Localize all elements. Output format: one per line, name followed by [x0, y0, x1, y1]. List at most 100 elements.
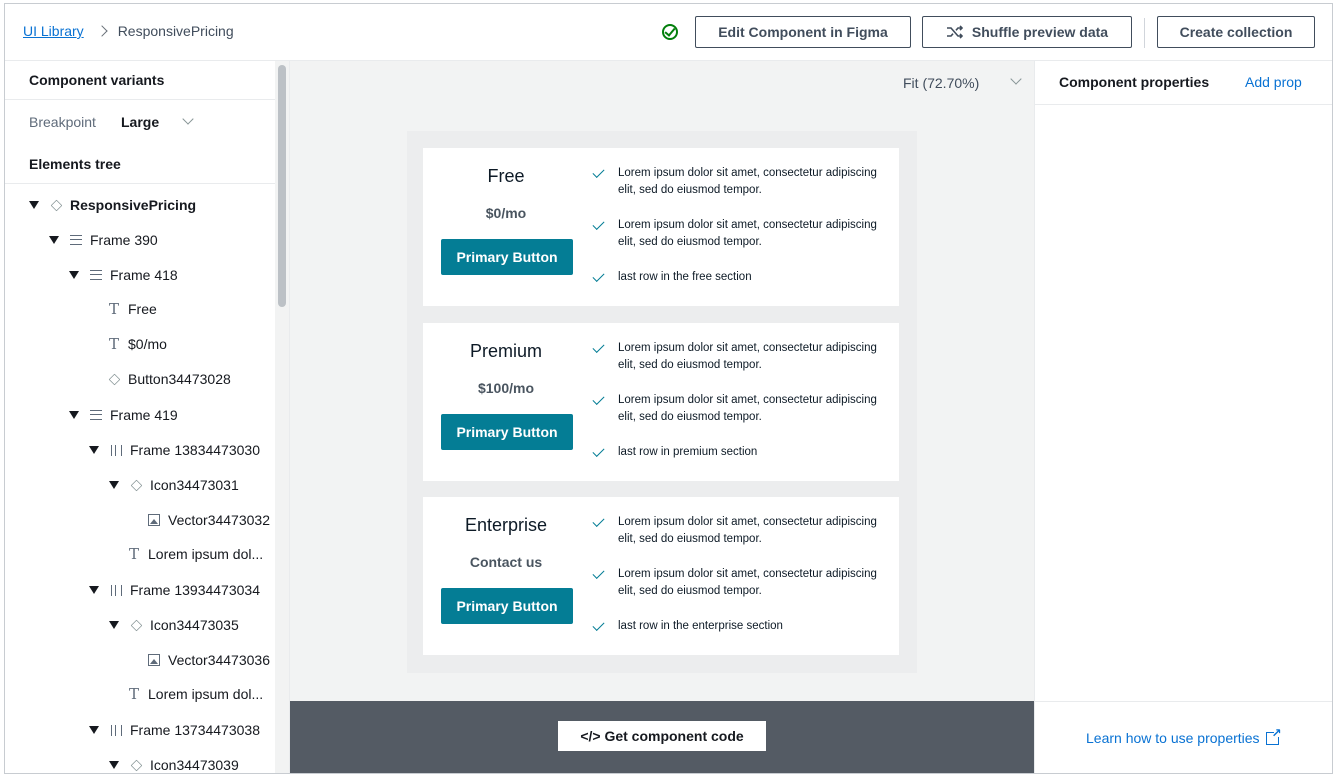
tree-item[interactable]: Vector34473036	[147, 650, 270, 670]
check-icon	[592, 269, 605, 283]
zoom-select[interactable]: Fit (72.70%)	[903, 75, 979, 91]
check-icon	[592, 566, 605, 580]
feature-row: last row in the free section	[591, 269, 881, 286]
check-icon	[592, 514, 605, 528]
text-icon: T	[128, 685, 139, 703]
breakpoint-select[interactable]: Large	[121, 114, 159, 130]
tree-item-label: Icon34473031	[150, 477, 239, 493]
feature-text: Lorem ipsum dolor sit amet, consectetur …	[618, 394, 877, 423]
caret-down-icon[interactable]	[89, 586, 99, 594]
text-icon: T	[108, 335, 119, 353]
breadcrumb: UI Library ResponsivePricing	[23, 23, 234, 39]
caret-down-icon[interactable]	[89, 726, 99, 734]
plan-title: Free	[487, 166, 525, 186]
toolbar-divider	[1144, 18, 1145, 48]
edit-in-figma-label: Edit Component in Figma	[718, 24, 888, 40]
feature-text: Lorem ipsum dolor sit amet, consectetur …	[618, 516, 877, 545]
pricing-card: Premium $100/mo Primary Button Lorem ips…	[423, 323, 899, 481]
component-icon	[130, 479, 142, 491]
feature-text: last row in premium section	[618, 446, 758, 458]
create-collection-label: Create collection	[1179, 24, 1293, 40]
preview-canvas: Fit (72.70%) Free $0/mo Primary Button L…	[290, 61, 1034, 701]
tree-item[interactable]: Icon34473031	[109, 475, 239, 495]
tree-item[interactable]: T Lorem ipsum dol...	[127, 684, 263, 704]
learn-properties-link[interactable]: Learn how to use properties	[1086, 726, 1282, 747]
plan-title: Enterprise	[464, 515, 548, 535]
tree-item-label: Frame 13934473034	[130, 582, 260, 598]
tree-item[interactable]: Icon34473039	[109, 755, 239, 773]
check-icon	[592, 165, 605, 179]
add-prop-link[interactable]: Add prop	[1245, 74, 1302, 90]
component-properties-title: Component properties	[1059, 74, 1210, 90]
feature-text: last row in the enterprise section	[618, 620, 783, 632]
tree-item-label: Frame 13734473038	[130, 722, 260, 738]
tree-item[interactable]: Button34473028	[107, 369, 231, 389]
feature-row: Lorem ipsum dolor sit amet, consectetur …	[591, 392, 881, 426]
tree-item-label: Vector34473032	[168, 512, 270, 528]
feature-row: Lorem ipsum dolor sit amet, consectetur …	[591, 340, 881, 374]
feature-text: Lorem ipsum dolor sit amet, consectetur …	[618, 568, 877, 597]
component-preview: Free $0/mo Primary Button Lorem ipsum do…	[407, 131, 917, 673]
check-icon	[592, 618, 605, 632]
feature-row: last row in the enterprise section	[591, 618, 881, 635]
edit-in-figma-button[interactable]: Edit Component in Figma	[695, 16, 911, 48]
caret-down-icon[interactable]	[69, 411, 79, 419]
breadcrumb-ui-library[interactable]: UI Library	[23, 23, 84, 39]
tree-item[interactable]: Vector34473032	[147, 510, 270, 530]
caret-down-icon[interactable]	[69, 271, 79, 279]
tree-item[interactable]: T Lorem ipsum dol...	[127, 544, 263, 564]
caret-down-icon[interactable]	[109, 481, 119, 489]
tree-item[interactable]: Frame 419	[69, 405, 178, 425]
tree-item[interactable]: T $0/mo	[107, 334, 167, 354]
scrollbar-thumb[interactable]	[278, 65, 286, 307]
component-icon	[50, 199, 62, 211]
image-icon	[148, 514, 160, 526]
primary-button[interactable]: Primary Button	[441, 588, 573, 624]
feature-text: Lorem ipsum dolor sit amet, consectetur …	[618, 167, 877, 196]
pricing-card: Free $0/mo Primary Button Lorem ipsum do…	[423, 148, 899, 306]
tree-item[interactable]: Icon34473035	[109, 615, 239, 635]
get-component-code-button[interactable]: </> Get component code	[558, 721, 766, 751]
feature-text: last row in the free section	[618, 271, 752, 283]
check-circle-icon	[662, 24, 678, 40]
component-icon	[108, 373, 120, 385]
chevron-right-icon	[96, 25, 108, 37]
component-variants-title: Component variants	[29, 72, 165, 88]
tree-item[interactable]: ResponsivePricing	[29, 195, 196, 215]
tree-item-label: Lorem ipsum dol...	[148, 546, 264, 562]
create-collection-button[interactable]: Create collection	[1157, 16, 1315, 48]
frame-rows-icon	[90, 270, 102, 280]
plan-price: $0/mo	[485, 205, 527, 221]
tree-item[interactable]: Frame 390	[49, 230, 158, 250]
primary-button[interactable]: Primary Button	[441, 414, 573, 450]
feature-row: Lorem ipsum dolor sit amet, consectetur …	[591, 165, 881, 199]
learn-properties-label: Learn how to use properties	[1086, 730, 1260, 746]
tree-item[interactable]: Frame 13934473034	[89, 580, 260, 600]
plan-price: Contact us	[469, 554, 543, 570]
elements-tree-title: Elements tree	[29, 156, 121, 172]
frame-rows-icon	[70, 235, 82, 245]
feature-row: Lorem ipsum dolor sit amet, consectetur …	[591, 217, 881, 251]
tree-item[interactable]: T Free	[107, 299, 157, 319]
code-bar: </> Get component code	[290, 701, 1034, 773]
caret-down-icon[interactable]	[109, 621, 119, 629]
tree-item[interactable]: Frame 418	[69, 265, 178, 285]
check-icon	[592, 340, 605, 354]
primary-button[interactable]: Primary Button	[441, 239, 573, 275]
tree-item-label: Frame 419	[110, 407, 178, 423]
image-icon	[148, 654, 160, 666]
chevron-down-icon[interactable]	[182, 113, 194, 125]
component-icon	[130, 619, 142, 631]
caret-down-icon[interactable]	[49, 236, 59, 244]
tree-item-label: Icon34473035	[150, 617, 239, 633]
caret-down-icon[interactable]	[109, 761, 119, 769]
caret-down-icon[interactable]	[29, 201, 39, 209]
feature-text: Lorem ipsum dolor sit amet, consectetur …	[618, 219, 877, 248]
external-link-icon	[1265, 726, 1282, 745]
caret-down-icon[interactable]	[89, 446, 99, 454]
shuffle-preview-button[interactable]: Shuffle preview data	[922, 16, 1132, 48]
feature-row: Lorem ipsum dolor sit amet, consectetur …	[591, 514, 881, 548]
chevron-down-icon[interactable]	[1010, 73, 1022, 85]
tree-item[interactable]: Frame 13834473030	[89, 440, 260, 460]
tree-item[interactable]: Frame 13734473038	[89, 720, 260, 740]
